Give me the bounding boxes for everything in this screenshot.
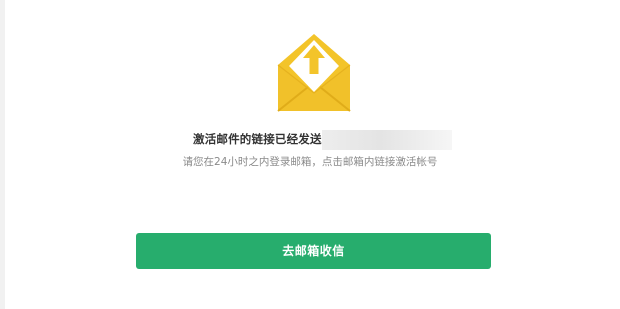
envelope-upload-icon	[275, 31, 353, 113]
headline-row: 激活邮件的链接已经发送至	[0, 130, 620, 150]
headline-text: 激活邮件的链接已经发送至	[193, 132, 334, 146]
go-to-mailbox-button[interactable]: 去邮箱收信	[136, 233, 491, 269]
instruction-text: 请您在24小时之内登录邮箱，点击邮箱内链接激活帐号	[182, 156, 438, 168]
masked-email-address	[322, 130, 452, 150]
activation-email-page: 激活邮件的链接已经发送至 请您在24小时之内登录邮箱，点击邮箱内链接激活帐号 去…	[0, 0, 620, 309]
